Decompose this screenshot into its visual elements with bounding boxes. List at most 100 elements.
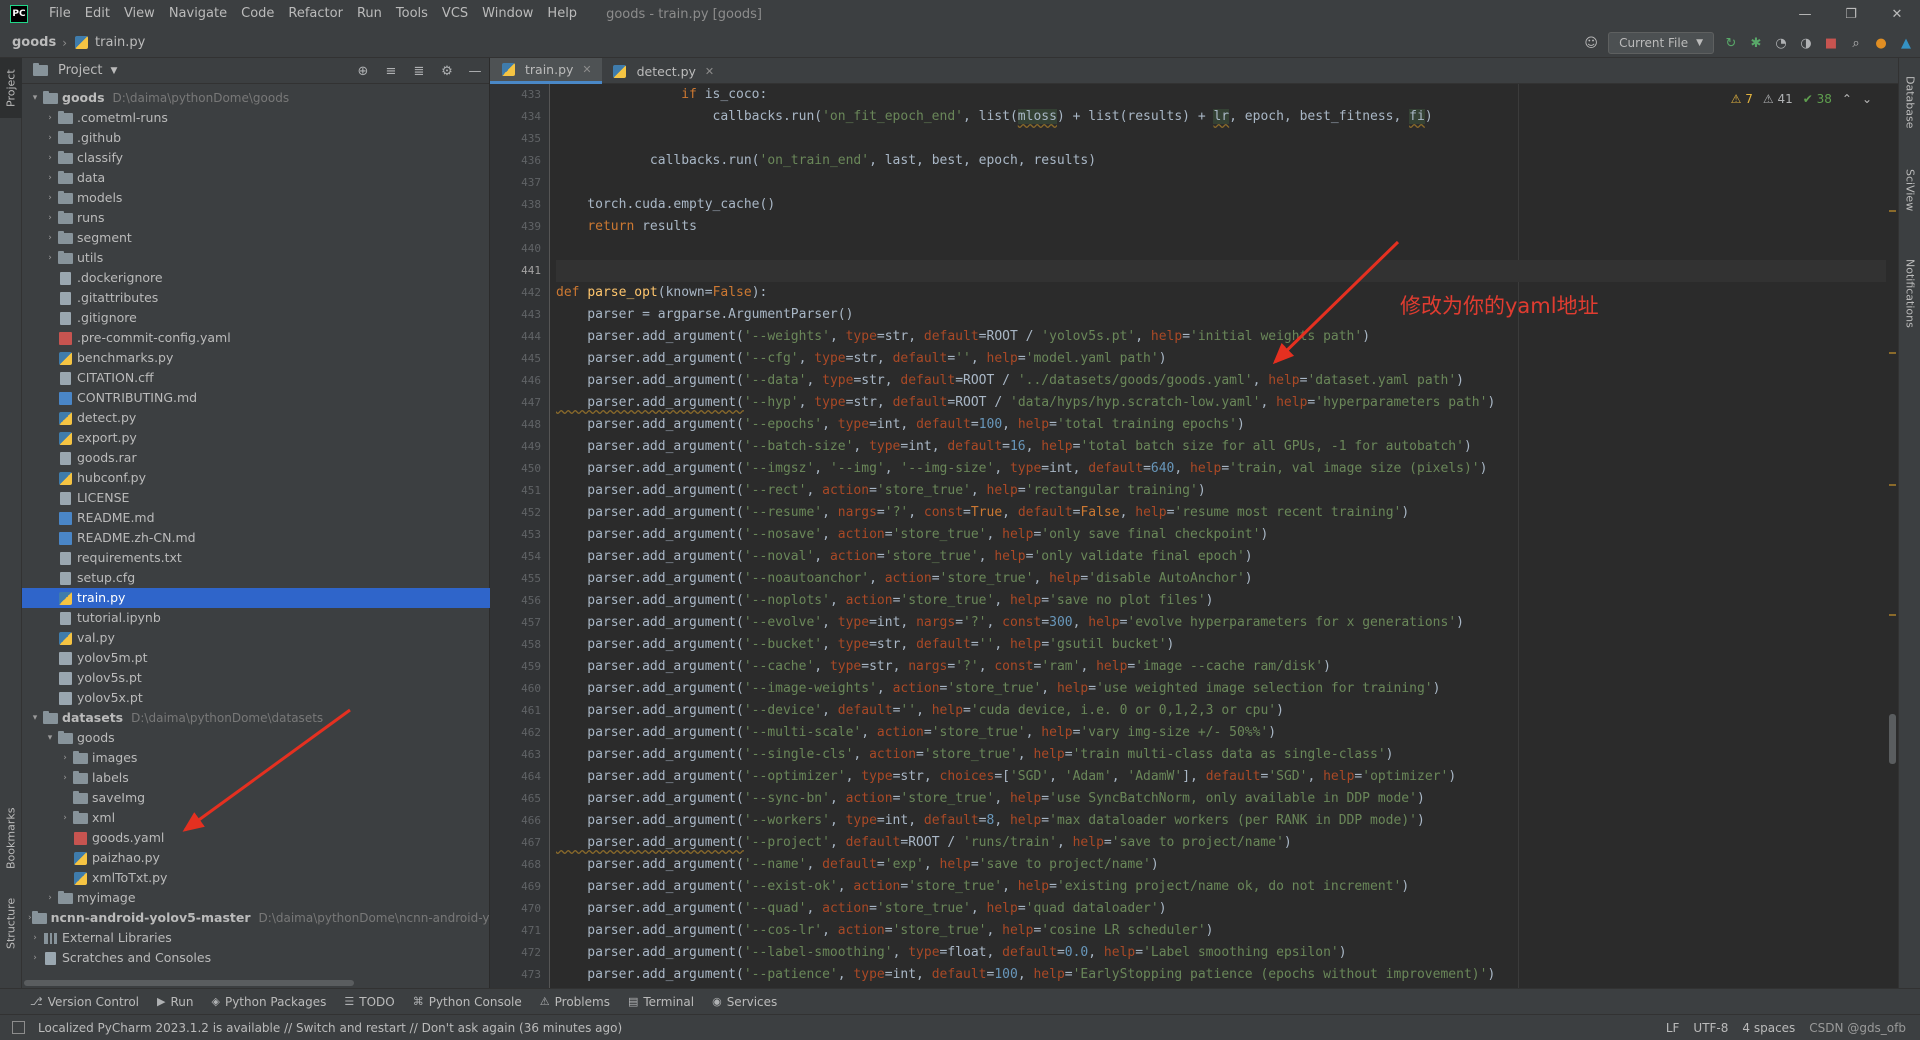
line-number[interactable]: 440 xyxy=(490,238,549,260)
bookmarks-tool-tab[interactable]: Bookmarks xyxy=(0,803,22,873)
code-line[interactable]: parser.add_argument('--resume', nargs='?… xyxy=(556,502,1886,524)
structure-tool-tab[interactable]: Structure xyxy=(0,888,22,958)
project-tool-tab[interactable]: Project xyxy=(0,58,22,118)
line-number[interactable]: 441 xyxy=(490,260,549,282)
code-line[interactable]: parser.add_argument('--batch-size', type… xyxy=(556,436,1886,458)
search-icon[interactable]: ⌕ xyxy=(1848,35,1864,51)
status-square-icon[interactable] xyxy=(12,1021,25,1034)
line-number[interactable]: 443 xyxy=(490,304,549,326)
chevron-down-icon[interactable]: ▼ xyxy=(110,66,117,76)
file-encoding[interactable]: UTF-8 xyxy=(1693,1021,1728,1035)
bottom-tab-run[interactable]: ▶ Run xyxy=(157,995,193,1009)
bottom-tab-todo[interactable]: ☰ TODO xyxy=(344,995,394,1009)
line-separator[interactable]: LF xyxy=(1666,1021,1680,1035)
code-line[interactable]: parser.add_argument('--name', default='e… xyxy=(556,854,1886,876)
code-line[interactable]: parser.add_argument('--device', default =… xyxy=(556,700,1886,722)
code-line[interactable]: parser.add_argument('--rect', action='st… xyxy=(556,480,1886,502)
expand-all-icon[interactable]: ≡ xyxy=(383,63,399,79)
tree-file[interactable]: yolov5x.pt xyxy=(22,688,490,708)
menu-tools[interactable]: Tools xyxy=(389,0,435,28)
breadcrumb-file[interactable]: train.py xyxy=(95,35,145,50)
bottom-tab-python-console[interactable]: ⌘ Python Console xyxy=(413,995,522,1009)
code-line[interactable] xyxy=(556,238,1886,260)
menu-help[interactable]: Help xyxy=(540,0,584,28)
tree-file[interactable]: yolov5m.pt xyxy=(22,648,490,668)
line-number[interactable]: 438 xyxy=(490,194,549,216)
tree-file[interactable]: requirements.txt xyxy=(22,548,490,568)
locate-icon[interactable]: ⊕ xyxy=(355,63,371,79)
chevron-right-icon[interactable]: › xyxy=(43,148,57,168)
line-number[interactable]: 464 xyxy=(490,766,549,788)
line-number[interactable]: 455 xyxy=(490,568,549,590)
line-number[interactable]: 466 xyxy=(490,810,549,832)
bottom-tab-version-control[interactable]: ⎇ Version Control xyxy=(30,995,139,1009)
line-number[interactable]: 436 xyxy=(490,150,549,172)
tree-file[interactable]: train.py xyxy=(22,588,490,608)
status-message[interactable]: Localized PyCharm 2023.1.2 is available … xyxy=(38,1021,622,1035)
tree-file[interactable]: README.zh-CN.md xyxy=(22,528,490,548)
chevron-down-icon[interactable]: ▾ xyxy=(43,728,57,748)
code-line[interactable] xyxy=(556,260,1886,282)
code-line[interactable]: parser.add_argument('--weights', type=st… xyxy=(556,326,1886,348)
line-number[interactable]: 458 xyxy=(490,634,549,656)
tree-file[interactable]: CONTRIBUTING.md xyxy=(22,388,490,408)
tree-folder[interactable]: › segment xyxy=(22,228,490,248)
code-line[interactable]: torch.cuda.empty_cache() xyxy=(556,194,1886,216)
warning-marker[interactable] xyxy=(1889,352,1896,354)
tree-file[interactable]: LICENSE xyxy=(22,488,490,508)
line-number[interactable]: 461 xyxy=(490,700,549,722)
code-line[interactable]: parser.add_argument('--noval', action='s… xyxy=(556,546,1886,568)
tree-folder[interactable]: › runs xyxy=(22,208,490,228)
tree-file[interactable]: yolov5s.pt xyxy=(22,668,490,688)
tree-folder[interactable]: › images xyxy=(22,748,490,768)
tree-file[interactable]: goods.rar xyxy=(22,448,490,468)
line-number[interactable]: 447 xyxy=(490,392,549,414)
code-line[interactable]: parser.add_argument('--evolve', type=int… xyxy=(556,612,1886,634)
line-number[interactable]: 460 xyxy=(490,678,549,700)
editor-tab[interactable]: detect.py ✕ xyxy=(602,58,725,84)
line-number[interactable]: 450 xyxy=(490,458,549,480)
menu-run[interactable]: Run xyxy=(350,0,389,28)
stop-icon[interactable]: ■ xyxy=(1823,35,1839,51)
code-line[interactable]: parser.add_argument('--multi-scale', act… xyxy=(556,722,1886,744)
line-number[interactable]: 467 xyxy=(490,832,549,854)
update-icon[interactable]: ● xyxy=(1873,35,1889,51)
code-area[interactable]: 433 434 435 436 437 438 439 440 441 442 443 444 445 4… xyxy=(490,84,1898,988)
code-line[interactable]: parser.add_argument('--exist-ok', action… xyxy=(556,876,1886,898)
chevron-up-icon[interactable]: ⌃ xyxy=(1842,92,1852,106)
line-number[interactable]: 454 xyxy=(490,546,549,568)
tree-file[interactable]: detect.py xyxy=(22,408,490,428)
close-icon[interactable]: ✕ xyxy=(1874,0,1920,28)
chevron-right-icon[interactable]: › xyxy=(43,208,57,228)
code-line[interactable]: parser.add_argument('--quad', action='st… xyxy=(556,898,1886,920)
tree-file[interactable]: export.py xyxy=(22,428,490,448)
breadcrumb-project[interactable]: goods xyxy=(12,35,56,50)
tree-file[interactable]: .dockerignore xyxy=(22,268,490,288)
notifications-tool-tab[interactable]: Notifications xyxy=(1899,238,1920,348)
menu-window[interactable]: Window xyxy=(475,0,540,28)
code-line[interactable]: parser.add_argument('--noautoanchor', ac… xyxy=(556,568,1886,590)
tree-file[interactable]: CITATION.cff xyxy=(22,368,490,388)
menu-file[interactable]: File xyxy=(42,0,78,28)
tree-folder[interactable]: › data xyxy=(22,168,490,188)
gear-icon[interactable]: ⚙ xyxy=(439,63,455,79)
menu-navigate[interactable]: Navigate xyxy=(162,0,234,28)
code-line[interactable]: parser.add_argument('--patience', type=i… xyxy=(556,964,1886,986)
code-line[interactable]: parser = argparse.ArgumentParser() xyxy=(556,304,1886,326)
code-line[interactable]: parser.add_argument('--cfg', type = str, d… xyxy=(556,348,1886,370)
close-tab-icon[interactable]: ✕ xyxy=(705,65,714,78)
menu-vcs[interactable]: VCS xyxy=(435,0,475,28)
code-line[interactable]: return results xyxy=(556,216,1886,238)
line-number[interactable]: 434 xyxy=(490,106,549,128)
chevron-down-icon[interactable]: ▾ xyxy=(28,708,42,728)
code-line[interactable]: parser.add_argument('--optimizer', type =… xyxy=(556,766,1886,788)
line-number[interactable]: 433 xyxy=(490,84,549,106)
inspection-widget[interactable]: ⚠ 7 ⚠ 41 ✔ 38 ⌃ ⌄ xyxy=(1731,92,1872,106)
line-number[interactable]: 472 xyxy=(490,942,549,964)
restore-icon[interactable]: ❐ xyxy=(1828,0,1874,28)
tree-file[interactable]: .pre-commit-config.yaml xyxy=(22,328,490,348)
line-number[interactable]: 449 xyxy=(490,436,549,458)
tree-folder[interactable]: ▾ goods D:\daima\pythonDome\goods xyxy=(22,88,490,108)
bottom-tab-terminal[interactable]: ▤ Terminal xyxy=(628,995,694,1009)
profile-icon[interactable]: ◑ xyxy=(1798,35,1814,51)
